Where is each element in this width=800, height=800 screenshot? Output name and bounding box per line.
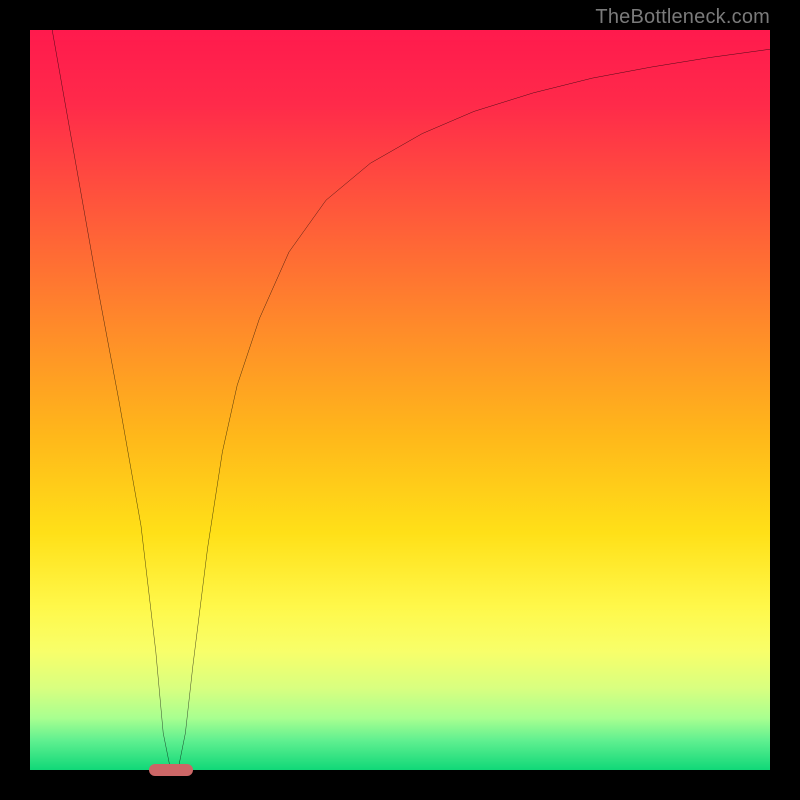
chart-frame: TheBottleneck.com xyxy=(0,0,800,800)
curve-svg xyxy=(30,30,770,770)
plot-area xyxy=(30,30,770,770)
optimal-marker xyxy=(149,764,193,776)
watermark-text: TheBottleneck.com xyxy=(595,6,770,29)
bottleneck-curve xyxy=(52,30,770,770)
